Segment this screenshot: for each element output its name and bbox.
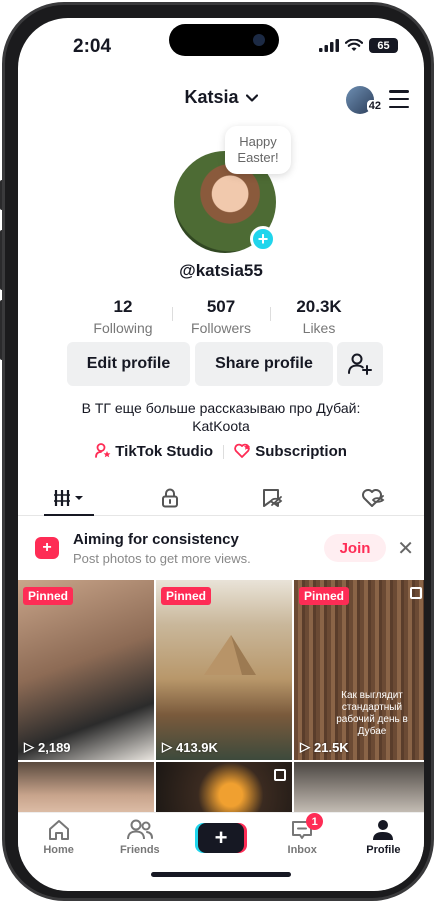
- dynamic-island: [169, 24, 279, 56]
- stat-value: 507: [206, 297, 236, 316]
- bottom-nav: Home Friends + 1 Inbox Profile: [18, 812, 424, 862]
- nav-friends[interactable]: Friends: [99, 813, 180, 862]
- stat-label: Following: [93, 320, 153, 336]
- consistency-banner: + Aiming for consistency Post photos to …: [18, 524, 424, 574]
- multi-photo-icon: [274, 769, 286, 781]
- close-icon[interactable]: ✕: [397, 536, 414, 561]
- multi-photo-icon: [410, 587, 422, 599]
- video-grid: Pinned ▷ 2,189 Pinned ▷ 413.9K Pinned Как …: [18, 580, 424, 817]
- phone-frame: 2:04 65 Katsia 42 + Happy Easter! @katsi…: [2, 2, 434, 901]
- story-count-badge: 42: [366, 100, 383, 112]
- tab-videos[interactable]: [18, 480, 120, 516]
- video-thumbnail[interactable]: Pinned ▷ 2,189: [18, 580, 154, 760]
- bio-line: В ТГ еще больше рассказываю про Дубай:: [81, 400, 361, 416]
- create-plus-icon: +: [198, 823, 244, 853]
- pyramid-shape: [204, 635, 256, 675]
- bio: В ТГ еще больше рассказываю про Дубай: K…: [48, 399, 394, 435]
- video-caption: Как выглядит стандартный рабочий день в …: [336, 690, 408, 737]
- inbox-badge: 1: [306, 813, 324, 830]
- stat-label: Likes: [302, 320, 336, 336]
- battery-icon: 65: [369, 38, 398, 53]
- subscription-link[interactable]: Subscription: [234, 443, 347, 460]
- profile-handle: @katsia55: [179, 261, 263, 280]
- subscription-icon: [234, 443, 251, 458]
- video-thumbnail[interactable]: [156, 762, 292, 817]
- nav-label: Home: [43, 844, 74, 856]
- pinned-badge: Pinned: [23, 587, 74, 605]
- wifi-icon: [345, 39, 363, 51]
- grid-icon: [53, 489, 83, 506]
- nav-create[interactable]: +: [180, 813, 261, 862]
- play-icon: ▷: [24, 739, 34, 754]
- pinned-badge: Pinned: [299, 587, 350, 605]
- home-icon: [48, 820, 69, 840]
- profile-tabs: [18, 480, 424, 516]
- add-friend-button[interactable]: [337, 342, 383, 386]
- bio-line: KatKoota: [192, 418, 250, 434]
- status-time: 2:04: [73, 36, 112, 57]
- friends-icon: [126, 819, 153, 840]
- tiktok-studio-link[interactable]: TikTok Studio: [95, 443, 213, 460]
- add-user-icon: [348, 353, 372, 375]
- signal-icon: [319, 39, 339, 52]
- stat-likes[interactable]: 20.3K Likes: [270, 297, 368, 336]
- lock-icon: [162, 488, 179, 507]
- screen: 2:04 65 Katsia 42 + Happy Easter! @katsi…: [18, 18, 424, 891]
- stat-value: 20.3K: [296, 297, 342, 316]
- add-story-icon[interactable]: +: [250, 226, 276, 252]
- tiktok-studio-label: TikTok Studio: [115, 443, 214, 460]
- stats-row: 12 Following 507 Followers 20.3K Likes: [18, 297, 424, 336]
- banner-title: Aiming for consistency: [73, 531, 239, 548]
- profile-links: TikTok Studio Subscription: [18, 443, 424, 460]
- stat-label: Followers: [191, 320, 251, 336]
- hamburger-menu-icon[interactable]: [389, 90, 409, 108]
- tab-liked[interactable]: [323, 480, 425, 515]
- nav-home[interactable]: Home: [18, 813, 99, 862]
- nav-inbox[interactable]: 1 Inbox: [262, 813, 343, 862]
- view-count: ▷ 2,189: [24, 739, 71, 755]
- studio-icon: [95, 443, 111, 458]
- chevron-down-icon: [245, 94, 258, 102]
- note-bubble[interactable]: Happy Easter!: [225, 126, 291, 174]
- account-name: Katsia: [184, 87, 239, 107]
- video-thumbnail[interactable]: Pinned Как выглядит стандартный рабочий …: [294, 580, 424, 760]
- video-thumbnail[interactable]: [294, 762, 424, 817]
- nav-profile[interactable]: Profile: [343, 813, 424, 862]
- camera-plus-icon: +: [35, 537, 59, 559]
- status-icons: 65: [319, 38, 398, 53]
- play-icon: ▷: [162, 739, 172, 754]
- edit-profile-button[interactable]: Edit profile: [67, 342, 190, 386]
- divider: [223, 444, 225, 459]
- video-thumbnail[interactable]: [18, 762, 154, 817]
- nav-label: Friends: [119, 844, 160, 856]
- stat-following[interactable]: 12 Following: [74, 297, 172, 336]
- view-count: ▷ 413.9K: [162, 739, 218, 755]
- play-icon: ▷: [300, 739, 310, 754]
- heart-hidden-icon: [362, 488, 385, 507]
- home-indicator[interactable]: [151, 872, 291, 877]
- stat-value: 12: [113, 297, 133, 316]
- tab-favorites[interactable]: [221, 480, 323, 515]
- share-profile-button[interactable]: Share profile: [195, 342, 333, 386]
- pinned-badge: Pinned: [161, 587, 212, 605]
- view-count-value: 413.9K: [176, 739, 218, 755]
- view-count-value: 2,189: [38, 739, 71, 755]
- nav-label: Inbox: [287, 844, 317, 856]
- camera-icon: [253, 34, 265, 46]
- profile-icon: [373, 820, 394, 840]
- bookmark-hidden-icon: [262, 488, 283, 507]
- view-count-value: 21.5K: [314, 739, 349, 755]
- banner-subtitle: Post photos to get more views.: [73, 551, 251, 566]
- video-thumbnail[interactable]: Pinned ▷ 413.9K: [156, 580, 292, 760]
- nav-label: Profile: [366, 844, 401, 856]
- join-button[interactable]: Join: [324, 534, 386, 562]
- view-count: ▷ 21.5K: [300, 739, 349, 755]
- subscription-label: Subscription: [255, 443, 347, 460]
- stat-followers[interactable]: 507 Followers: [172, 297, 270, 336]
- tab-private[interactable]: [120, 480, 222, 515]
